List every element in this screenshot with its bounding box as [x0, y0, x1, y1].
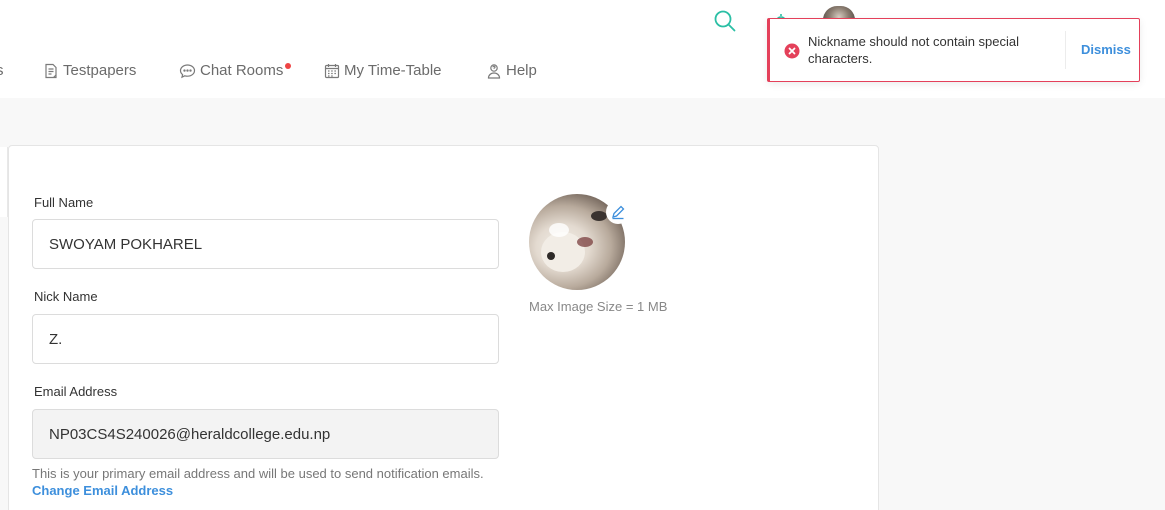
email-help-message: This is your primary email address and w… — [32, 466, 484, 481]
search-button[interactable] — [712, 8, 738, 34]
help-person-icon — [486, 63, 502, 79]
search-icon — [712, 10, 738, 38]
error-toast: Nickname should not contain special char… — [767, 18, 1140, 82]
chat-bubble-icon — [179, 63, 196, 79]
nav-item-label: Help — [506, 62, 537, 79]
full-name-label: Full Name — [34, 195, 94, 210]
change-email-link[interactable]: Change Email Address — [32, 483, 173, 498]
email-label: Email Address — [34, 384, 118, 399]
nav-item-help[interactable]: Help — [486, 62, 537, 79]
document-icon — [43, 63, 59, 79]
settings-sidebar-edge — [0, 147, 8, 217]
nav-item-testpapers[interactable]: Testpapers — [43, 62, 136, 79]
nav-item-partial[interactable]: s — [0, 62, 4, 79]
nick-name-label: Nick Name — [34, 289, 98, 304]
nav-item-time-table[interactable]: My Time-Table — [324, 62, 442, 79]
max-image-size-text: Max Image Size = 1 MB — [529, 299, 668, 314]
pencil-icon — [606, 205, 630, 228]
dismiss-button[interactable]: Dismiss — [1081, 42, 1131, 57]
error-circle-icon — [784, 43, 800, 59]
full-name-input[interactable] — [32, 219, 499, 269]
nav-item-label: Chat Rooms — [200, 62, 284, 79]
calendar-icon — [324, 63, 340, 79]
email-field — [32, 409, 499, 459]
nav-item-chat-rooms[interactable]: Chat Rooms — [179, 62, 283, 79]
email-help-text: This is your primary email address and w… — [32, 465, 502, 499]
nav-item-label: My Time-Table — [344, 62, 442, 79]
nav-item-label: Testpapers — [63, 62, 137, 79]
toast-divider — [1065, 31, 1066, 69]
chat-notification-dot — [285, 63, 291, 69]
edit-avatar-button[interactable] — [606, 200, 630, 224]
nick-name-input[interactable] — [32, 314, 499, 364]
nav-item-label: s — [0, 62, 4, 79]
toast-message: Nickname should not contain special char… — [808, 34, 1020, 66]
